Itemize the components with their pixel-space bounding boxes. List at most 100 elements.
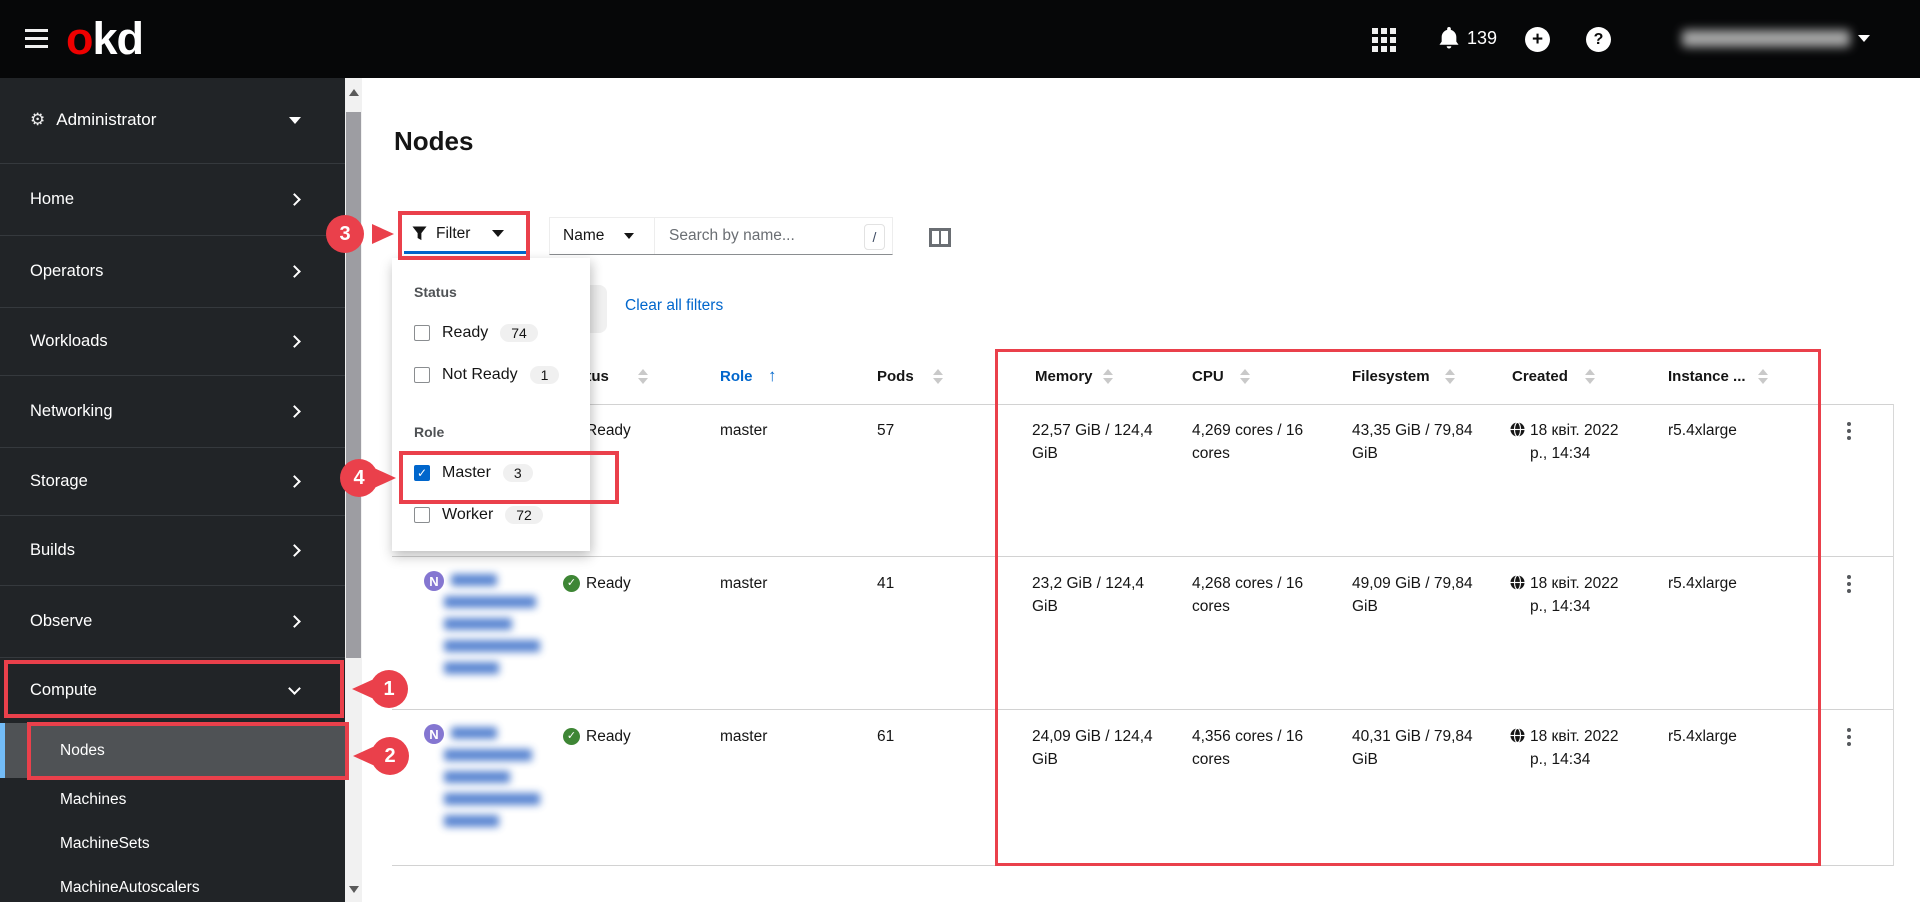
node-name-blurred <box>444 749 532 761</box>
sort-icon[interactable] <box>1585 369 1595 384</box>
filter-option-ready[interactable]: Ready 74 <box>414 324 538 342</box>
table-row-filesystem: 43,35 GiB / 79,84 GiB <box>1352 422 1473 462</box>
column-header-cpu[interactable]: CPU <box>1192 368 1224 385</box>
sort-icon[interactable] <box>933 369 943 384</box>
sidebar-item-networking[interactable]: Networking <box>0 375 345 447</box>
filter-option-not-ready[interactable]: Not Ready 1 <box>414 366 560 384</box>
sort-icon[interactable] <box>1758 369 1768 384</box>
notifications-button[interactable]: 139 <box>1438 26 1497 50</box>
sidebar-item-machinesets[interactable]: MachineSets <box>0 822 345 866</box>
user-menu-blurred-name[interactable] <box>1682 30 1850 47</box>
globe-icon <box>1510 728 1525 743</box>
sidebar-item-builds[interactable]: Builds <box>0 515 345 585</box>
manage-columns-icon[interactable] <box>929 228 951 247</box>
filter-dropdown-button[interactable]: Filter <box>404 216 528 254</box>
node-name-blurred <box>444 793 540 805</box>
column-header-role[interactable]: Role <box>720 368 753 385</box>
okd-logo-o: o <box>66 13 93 64</box>
scroll-up-icon[interactable] <box>349 89 359 96</box>
sort-icon[interactable] <box>1445 369 1455 384</box>
count-badge: 3 <box>502 464 533 482</box>
search-input[interactable] <box>655 227 892 245</box>
sidebar-item-observe[interactable]: Observe <box>0 585 345 657</box>
chevron-right-icon <box>288 615 301 628</box>
chevron-right-icon <box>288 475 301 488</box>
okd-console-screen: okd 139 + ? ⚙ Administrator Home Operato… <box>0 0 1920 902</box>
table-row-memory: 23,2 GiB / 124,4 GiB <box>1032 575 1145 615</box>
table-row-role: master <box>720 422 768 439</box>
chevron-down-icon <box>288 681 301 695</box>
node-avatar: N <box>424 724 444 744</box>
checkbox-checked[interactable]: ✓ <box>414 465 430 481</box>
hamburger-menu-icon[interactable] <box>25 29 48 49</box>
sidebar-item-machines[interactable]: Machines <box>0 778 345 822</box>
table-header-divider <box>392 404 1893 405</box>
column-header-created[interactable]: Created <box>1512 368 1568 385</box>
filter-option-master[interactable]: ✓ Master 3 <box>414 464 533 482</box>
table-row-instance: r5.4xlarge <box>1668 422 1737 439</box>
table-bottom-divider <box>392 865 1893 866</box>
filter-option-worker[interactable]: Worker 72 <box>414 506 543 524</box>
row-kebab-menu-icon[interactable] <box>1840 421 1858 445</box>
clear-all-filters-link[interactable]: Clear all filters <box>625 297 723 315</box>
table-row-created: 18 квіт. 2022 р., 14:34 <box>1510 725 1635 771</box>
row-kebab-menu-icon[interactable] <box>1840 727 1858 751</box>
column-header-pods[interactable]: Pods <box>877 368 914 385</box>
filter-dropdown-panel: Status Ready 74 Not Ready 1 Role ✓ Maste… <box>392 258 590 551</box>
sidebar-item-home[interactable]: Home <box>0 163 345 235</box>
column-header-instance[interactable]: Instance ... <box>1668 368 1746 385</box>
funnel-icon <box>412 226 427 241</box>
search-attribute-select[interactable]: Name <box>550 218 655 254</box>
row-kebab-menu-icon[interactable] <box>1840 574 1858 598</box>
sort-ascending-icon[interactable]: ↑ <box>768 366 777 386</box>
row-divider <box>392 556 1893 557</box>
user-menu-caret-icon[interactable] <box>1858 35 1870 42</box>
table-row-pods: 41 <box>877 575 895 592</box>
column-header-memory[interactable]: Memory <box>1035 368 1093 385</box>
sort-icon[interactable] <box>1103 369 1113 384</box>
import-yaml-plus-icon[interactable]: + <box>1525 27 1550 52</box>
sidebar-item-storage[interactable]: Storage <box>0 447 345 515</box>
table-row-cpu: 4,268 cores / 16 cores <box>1192 575 1304 615</box>
sidebar-item-machineautoscalers[interactable]: MachineAutoscalers <box>0 866 345 902</box>
sidebar-nav: ⚙ Administrator Home Operators Workloads… <box>0 78 345 902</box>
sort-icon[interactable] <box>1240 369 1250 384</box>
node-name-blurred <box>451 727 497 739</box>
caret-down-icon <box>492 230 505 237</box>
checkbox-unchecked[interactable] <box>414 367 430 383</box>
sidebar-item-operators[interactable]: Operators <box>0 235 345 307</box>
table-row-filesystem: 40,31 GiB / 79,84 GiB <box>1352 728 1473 768</box>
annotation-callout-4: 4 <box>340 459 378 497</box>
table-row-status: ✓ Ready <box>563 572 631 595</box>
page-title: Nodes <box>394 126 474 156</box>
masthead: okd 139 + ? <box>0 0 1920 78</box>
sort-icon[interactable] <box>638 369 648 384</box>
table-row-created: 18 квіт. 2022 р., 14:34 <box>1510 419 1635 465</box>
scrollbar-thumb[interactable] <box>346 112 361 658</box>
search-toolbar-group: Name / <box>549 217 893 255</box>
sidebar-item-compute[interactable]: Compute <box>0 657 345 722</box>
perspective-switcher[interactable]: ⚙ Administrator <box>0 95 345 145</box>
table-row-created: 18 квіт. 2022 р., 14:34 <box>1510 572 1635 618</box>
node-avatar: N <box>424 571 444 591</box>
annotation-callout-2: 2 <box>371 737 409 775</box>
filter-group-label-role: Role <box>414 424 445 440</box>
sidebar-item-workloads[interactable]: Workloads <box>0 307 345 375</box>
checkbox-unchecked[interactable] <box>414 325 430 341</box>
sidebar-item-nodes[interactable]: Nodes <box>0 723 345 778</box>
chevron-right-icon <box>288 265 301 278</box>
checkbox-unchecked[interactable] <box>414 507 430 523</box>
table-row-cpu: 4,269 cores / 16 cores <box>1192 422 1304 462</box>
help-question-icon[interactable]: ? <box>1586 27 1611 52</box>
ready-check-icon: ✓ <box>563 728 580 745</box>
app-launcher-icon[interactable] <box>1372 28 1396 52</box>
chevron-right-icon <box>288 544 301 557</box>
table-row-role: master <box>720 575 768 592</box>
table-row-instance: r5.4xlarge <box>1668 728 1737 745</box>
column-header-filesystem[interactable]: Filesystem <box>1352 368 1430 385</box>
node-name-blurred <box>444 618 512 630</box>
scroll-down-icon[interactable] <box>349 886 359 893</box>
search-box: / <box>655 218 892 254</box>
cogs-icon: ⚙ <box>30 110 46 129</box>
annotation-callout-3: 3 <box>326 215 364 253</box>
